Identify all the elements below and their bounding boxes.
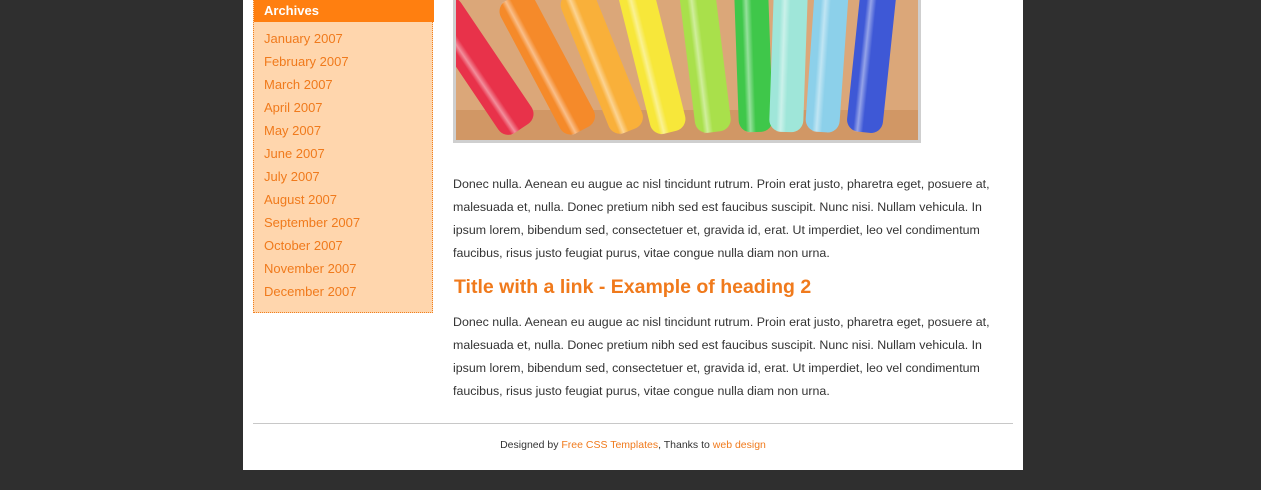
body-paragraph-2: Donec nulla. Aenean eu augue ac nisl tin… bbox=[453, 315, 990, 398]
archive-link-november-2007[interactable]: November 2007 bbox=[264, 261, 357, 276]
archives-list: January 2007 February 2007 March 2007 Ap… bbox=[264, 27, 360, 303]
list-item: January 2007 bbox=[264, 27, 360, 50]
archive-link-march-2007[interactable]: March 2007 bbox=[264, 77, 333, 92]
footer-link-web-design[interactable]: web design bbox=[713, 439, 766, 451]
archive-link-may-2007[interactable]: May 2007 bbox=[264, 123, 321, 138]
heading-2: Title with a link - Example of heading 2 bbox=[454, 274, 811, 300]
page-container: Archives January 2007 February 2007 Marc… bbox=[243, 0, 1023, 470]
list-item: July 2007 bbox=[264, 165, 360, 188]
body-paragraph-1: Donec nulla. Aenean eu augue ac nisl tin… bbox=[453, 177, 990, 260]
footer-divider bbox=[253, 423, 1013, 424]
list-item: May 2007 bbox=[264, 119, 360, 142]
hero-image bbox=[453, 0, 921, 143]
archives-heading: Archives bbox=[254, 0, 434, 22]
archive-link-july-2007[interactable]: July 2007 bbox=[264, 169, 320, 184]
archive-link-december-2007[interactable]: December 2007 bbox=[264, 284, 357, 299]
archive-link-september-2007[interactable]: September 2007 bbox=[264, 215, 360, 230]
list-item: November 2007 bbox=[264, 257, 360, 280]
archive-link-february-2007[interactable]: February 2007 bbox=[264, 54, 349, 69]
footer-thanks-to: , Thanks to bbox=[658, 439, 710, 451]
footer: Designed by Free CSS Templates, Thanks t… bbox=[243, 438, 1023, 452]
list-item: June 2007 bbox=[264, 142, 360, 165]
archive-link-august-2007[interactable]: August 2007 bbox=[264, 192, 337, 207]
heading-2-link[interactable]: Title with a link - Example of heading 2 bbox=[454, 276, 811, 298]
colored-markers-photo bbox=[456, 0, 918, 140]
list-item: October 2007 bbox=[264, 234, 360, 257]
list-item: April 2007 bbox=[264, 96, 360, 119]
footer-link-free-css-templates[interactable]: Free CSS Templates bbox=[561, 439, 658, 451]
archive-link-april-2007[interactable]: April 2007 bbox=[264, 100, 323, 115]
list-item: December 2007 bbox=[264, 280, 360, 303]
list-item: September 2007 bbox=[264, 211, 360, 234]
archives-sidebar: Archives January 2007 February 2007 Marc… bbox=[253, 0, 434, 313]
archive-link-october-2007[interactable]: October 2007 bbox=[264, 238, 343, 253]
list-item: August 2007 bbox=[264, 188, 360, 211]
archive-link-january-2007[interactable]: January 2007 bbox=[264, 31, 343, 46]
footer-designed-by: Designed by bbox=[500, 439, 559, 451]
list-item: February 2007 bbox=[264, 50, 360, 73]
list-item: March 2007 bbox=[264, 73, 360, 96]
archive-link-june-2007[interactable]: June 2007 bbox=[264, 146, 325, 161]
